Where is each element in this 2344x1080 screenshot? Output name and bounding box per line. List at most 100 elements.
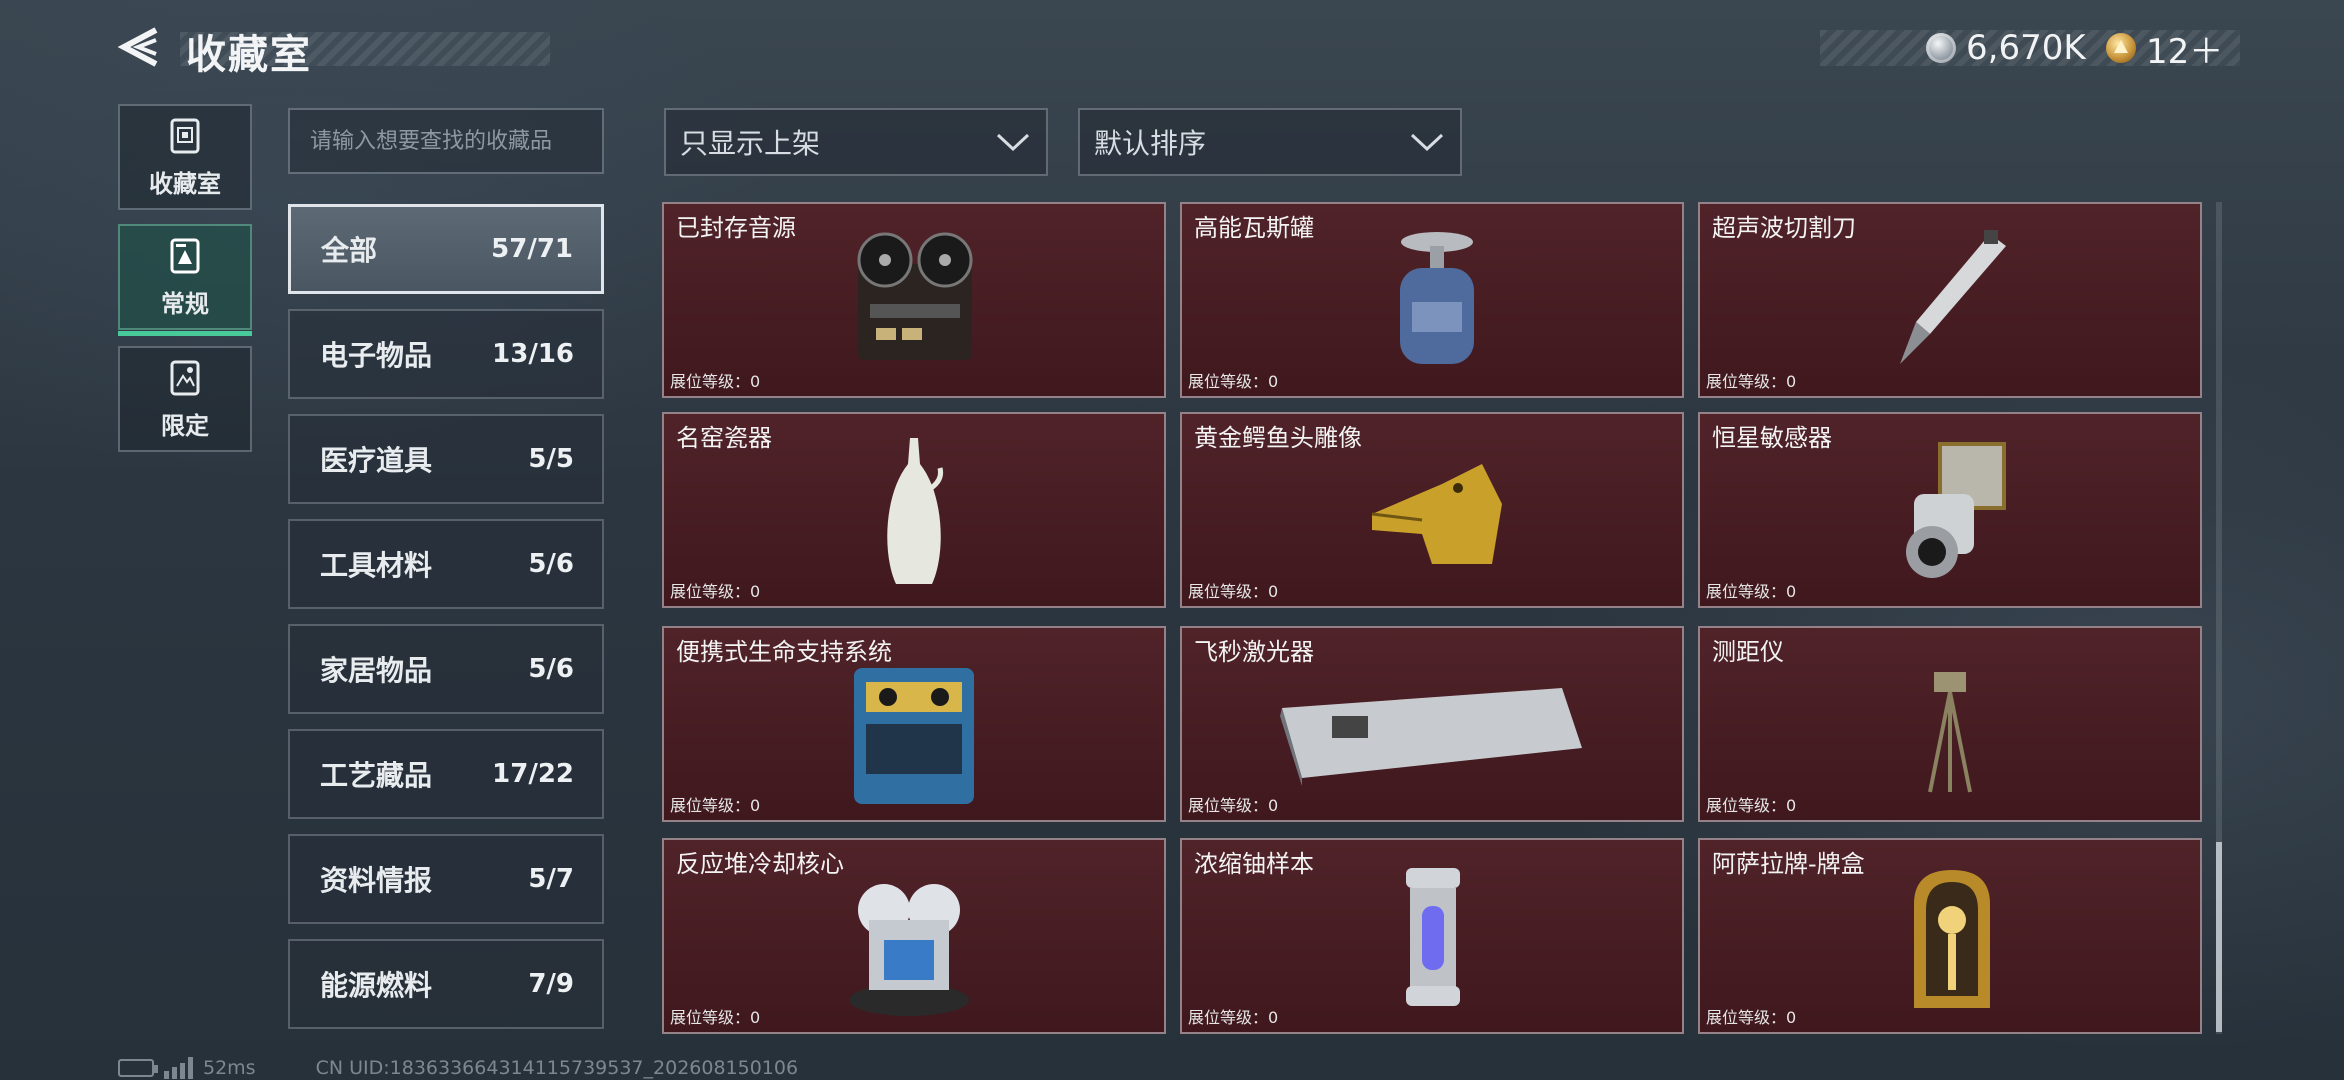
item-name: 高能瓦斯罐 xyxy=(1194,214,1314,242)
life-support-system-icon xyxy=(854,668,974,804)
item-name: 名窑瓷器 xyxy=(676,424,772,452)
femtosecond-laser-icon xyxy=(1280,688,1582,786)
search-input[interactable] xyxy=(310,128,602,154)
collection-room-icon xyxy=(170,118,200,153)
scrollbar-thumb[interactable] xyxy=(2216,842,2222,1032)
gas-canister-icon xyxy=(1400,232,1474,364)
collection-card[interactable]: 飞秒激光器 展位等级：0 xyxy=(1180,626,1684,822)
reel-to-reel-recorder-icon xyxy=(857,232,973,360)
item-level: 展位等级：0 xyxy=(670,372,761,391)
asala-card-box-icon xyxy=(1914,870,1990,1008)
collection-card[interactable]: 高能瓦斯罐 展位等级：0 xyxy=(1180,202,1684,398)
category-crafts[interactable]: 工艺藏品 17/22 xyxy=(288,729,604,819)
nav-label: 限定 xyxy=(161,411,209,440)
item-name: 测距仪 xyxy=(1712,638,1784,666)
regular-icon xyxy=(170,238,200,273)
collection-card[interactable]: 超声波切割刀 展位等级：0 xyxy=(1698,202,2202,398)
category-count: 17/22 xyxy=(492,759,574,789)
signal-icon xyxy=(164,1057,193,1079)
item-level: 展位等级：0 xyxy=(670,582,761,601)
category-count: 5/6 xyxy=(528,549,574,579)
gold-amount: 12＋ xyxy=(2146,31,2224,72)
nav-label: 收藏室 xyxy=(149,169,221,198)
item-name: 已封存音源 xyxy=(676,214,796,242)
sort-order-dropdown[interactable]: 默认排序 xyxy=(1078,108,1462,176)
category-count: 57/71 xyxy=(491,234,573,264)
collection-card[interactable]: 恒星敏感器 展位等级：0 xyxy=(1698,412,2202,608)
item-name: 浓缩铀样本 xyxy=(1194,850,1314,878)
battery-icon xyxy=(118,1059,158,1077)
category-count: 5/5 xyxy=(528,444,574,474)
category-count: 7/9 xyxy=(528,969,574,999)
gold-coin-icon xyxy=(2106,33,2136,63)
category-label: 电子物品 xyxy=(320,339,433,372)
collection-grid[interactable]: 已封存音源 展位等级：0 高能瓦斯罐 展位等级：0 超声波切割刀 展位等级：0 xyxy=(662,202,2206,1036)
ultrasonic-cutter-icon xyxy=(1900,230,2006,364)
reactor-cooling-core-icon xyxy=(849,884,969,1016)
collection-card[interactable]: 浓缩铀样本 展位等级：0 xyxy=(1180,838,1684,1034)
collection-card[interactable]: 便携式生命支持系统 展位等级：0 xyxy=(662,626,1166,822)
ping-value: 52ms xyxy=(203,1057,256,1079)
item-level: 展位等级：0 xyxy=(1706,372,1797,391)
category-label: 工具材料 xyxy=(320,549,433,582)
category-count: 5/6 xyxy=(528,654,574,684)
silver-amount: 6,670K xyxy=(1966,28,2086,68)
category-all[interactable]: 全部 57/71 xyxy=(288,204,604,294)
item-name: 反应堆冷却核心 xyxy=(676,850,844,878)
grid-scrollbar[interactable] xyxy=(2216,202,2222,1034)
page-title: 收藏室 xyxy=(186,32,312,78)
category-label: 家居物品 xyxy=(320,654,433,687)
category-tools[interactable]: 工具材料 5/6 xyxy=(288,519,604,609)
item-level: 展位等级：0 xyxy=(1188,796,1279,815)
category-electronics[interactable]: 电子物品 13/16 xyxy=(288,309,604,399)
display-filter-dropdown[interactable]: 只显示上架 xyxy=(664,108,1048,176)
nav-limited[interactable]: 限定 xyxy=(118,346,252,452)
collection-card[interactable]: 测距仪 展位等级：0 xyxy=(1698,626,2202,822)
category-household[interactable]: 家居物品 5/6 xyxy=(288,624,604,714)
category-label: 工艺藏品 xyxy=(320,759,433,792)
category-count: 5/7 xyxy=(528,864,574,894)
item-level: 展位等级：0 xyxy=(1188,582,1279,601)
item-name: 飞秒激光器 xyxy=(1194,638,1314,666)
collection-card[interactable]: 阿萨拉牌-牌盒 展位等级：0 xyxy=(1698,838,2202,1034)
collection-card[interactable]: 反应堆冷却核心 展位等级：0 xyxy=(662,838,1166,1034)
nav-collection-room[interactable]: 收藏室 xyxy=(118,104,252,210)
rangefinder-icon xyxy=(1928,672,1972,793)
item-name: 超声波切割刀 xyxy=(1712,214,1856,242)
item-name: 恒星敏感器 xyxy=(1712,424,1832,452)
chevron-down-icon xyxy=(996,133,1030,152)
chevron-down-icon xyxy=(1410,133,1444,152)
category-label: 医疗道具 xyxy=(320,444,433,477)
item-name: 阿萨拉牌-牌盒 xyxy=(1712,850,1865,878)
item-level: 展位等级：0 xyxy=(670,796,761,815)
nav-regular[interactable]: 常规 xyxy=(118,224,252,336)
collection-card[interactable]: 已封存音源 展位等级：0 xyxy=(662,202,1166,398)
gold-currency[interactable]: 12＋ xyxy=(2106,26,2224,72)
collection-card[interactable]: 名窑瓷器 展位等级：0 xyxy=(662,412,1166,608)
category-medical[interactable]: 医疗道具 5/5 xyxy=(288,414,604,504)
category-label: 资料情报 xyxy=(320,864,433,897)
item-level: 展位等级：0 xyxy=(1188,372,1279,391)
search-box[interactable] xyxy=(288,108,604,174)
item-level: 展位等级：0 xyxy=(1706,582,1797,601)
item-level: 展位等级：0 xyxy=(1706,796,1797,815)
user-uid: CN UID:183633664314115739537_20260815010… xyxy=(315,1057,799,1079)
category-count: 13/16 xyxy=(492,339,574,369)
category-label: 全部 xyxy=(321,234,378,267)
collection-card[interactable]: 黄金鳄鱼头雕像 展位等级：0 xyxy=(1180,412,1684,608)
category-energy[interactable]: 能源燃料 7/9 xyxy=(288,939,604,1029)
star-sensor-icon xyxy=(1906,442,2006,578)
nav-label: 常规 xyxy=(161,289,209,318)
status-footer: 52ms CN UID:183633664314115739537_202608… xyxy=(118,1056,798,1080)
limited-icon xyxy=(170,360,200,395)
category-intel[interactable]: 资料情报 5/7 xyxy=(288,834,604,924)
silver-currency[interactable]: 6,670K xyxy=(1926,26,2086,70)
golden-crocodile-statue-icon xyxy=(1371,464,1502,564)
item-level: 展位等级：0 xyxy=(1188,1008,1279,1027)
uranium-sample-icon xyxy=(1406,868,1460,1006)
category-label: 能源燃料 xyxy=(320,969,433,1002)
back-arrow-icon[interactable] xyxy=(116,24,162,70)
header-bar: 收藏室 6,670K 12＋ xyxy=(0,0,2344,100)
porcelain-vase-icon xyxy=(887,438,944,584)
item-level: 展位等级：0 xyxy=(1706,1008,1797,1027)
